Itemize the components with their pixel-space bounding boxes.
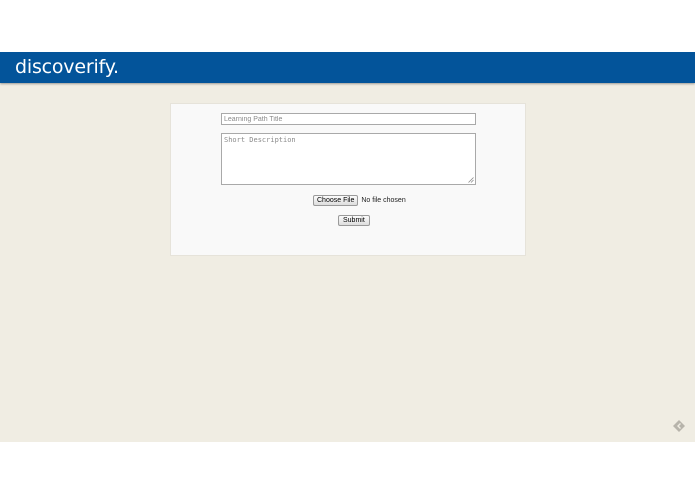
brand-logo[interactable]: discoverify. bbox=[15, 55, 119, 79]
top-navbar: discoverify. bbox=[0, 52, 695, 83]
short-description-textarea[interactable] bbox=[221, 133, 476, 185]
page-viewport: discoverify. Choose File No file chosen … bbox=[0, 52, 695, 442]
submit-button[interactable]: Submit bbox=[338, 215, 370, 226]
diamond-arrow-icon[interactable] bbox=[672, 419, 686, 433]
learning-path-title-input[interactable] bbox=[221, 113, 476, 125]
learning-path-form-card: Choose File No file chosen Submit bbox=[170, 103, 526, 256]
file-status-text: No file chosen bbox=[361, 197, 406, 204]
file-upload-row: Choose File No file chosen bbox=[313, 195, 406, 206]
choose-file-button[interactable]: Choose File bbox=[313, 195, 359, 206]
resize-grip-icon[interactable] bbox=[468, 177, 474, 183]
